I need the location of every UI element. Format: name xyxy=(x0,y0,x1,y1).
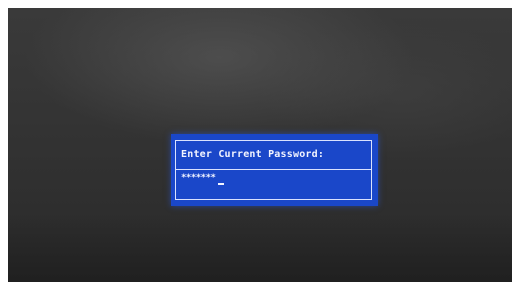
dialog-divider xyxy=(176,169,371,170)
photo-frame: Enter Current Password: ******* xyxy=(0,0,520,289)
password-mask: ******* xyxy=(181,173,216,183)
dialog-border: Enter Current Password: ******* xyxy=(175,140,372,200)
monitor-screen: Enter Current Password: ******* xyxy=(8,8,512,282)
password-dialog: Enter Current Password: ******* xyxy=(171,134,378,206)
prompt-label: Enter Current Password: xyxy=(181,149,325,160)
password-field[interactable]: ******* xyxy=(181,173,225,189)
text-cursor xyxy=(218,183,225,185)
